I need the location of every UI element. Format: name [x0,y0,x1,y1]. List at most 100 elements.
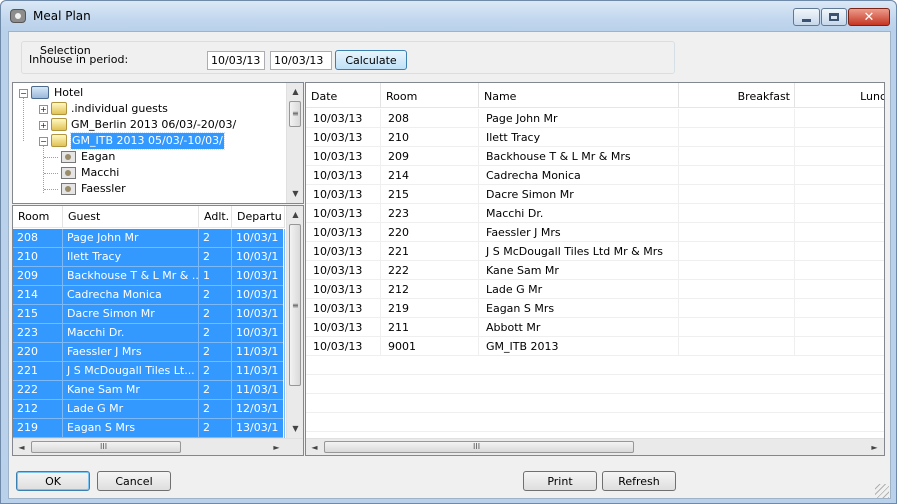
column-header-guest[interactable]: Guest [63,206,199,228]
meal-row[interactable]: 10/03/13 221 J S McDougall Tiles Ltd Mr & … [306,242,884,261]
guest-grid[interactable]: Room Guest Adlt. Departu 208 Page John Mr… [12,205,304,456]
tree-node-label: .individual guests [71,102,168,115]
meal-cell-name: Abbott Mr [479,318,679,337]
meal-cell-date: 10/03/13 [306,280,381,299]
meal-row[interactable]: 10/03/13 219 Eagan S Mrs [306,299,884,318]
tree-node-gm-itb[interactable]: − GM_ITB 2013 05/03/-10/03/ [13,132,283,150]
tree-node-eagan[interactable]: Eagan [13,149,283,165]
cancel-button[interactable]: Cancel [97,471,171,491]
meal-cell-name: Page John Mr [479,109,679,128]
close-button[interactable]: ✕ [848,8,890,26]
tree-scroll-thumb[interactable]: ≡ [289,101,301,127]
column-header-departure[interactable]: Departu [232,206,285,228]
meal-grid-horizontal-scrollbar[interactable]: ◄ III ► [306,438,884,455]
tree-node-hotel[interactable]: − Hotel [13,85,283,101]
tree-node-macchi[interactable]: Macchi [13,165,283,181]
tree-connector [44,173,58,174]
calculate-button[interactable]: Calculate [335,50,407,70]
guest-cell-departure: 11/03/1 [232,381,285,400]
scroll-up-icon[interactable]: ▲ [287,83,303,100]
guest-row[interactable]: 223 Macchi Dr. 2 10/03/1 [13,324,285,343]
date-from-field[interactable]: 10/03/13 [207,51,265,70]
guest-row[interactable]: 209 Backhouse T & L Mr & ... 1 10/03/1 [13,267,285,286]
meal-cell-date: 10/03/13 [306,261,381,280]
guest-row[interactable]: 221 J S McDougall Tiles Lt... 2 11/03/1 [13,362,285,381]
meal-cell-room: 222 [381,261,479,280]
column-header-name[interactable]: Name [479,83,679,108]
meal-cell-name: J S McDougall Tiles Ltd Mr & Mrs [479,242,679,261]
scroll-down-icon[interactable]: ▼ [287,420,303,437]
meal-grid-hscroll-thumb[interactable]: III [324,441,634,453]
resize-grip-icon[interactable] [875,484,889,498]
minimize-button[interactable] [793,8,820,26]
scroll-right-icon[interactable]: ► [268,439,285,455]
meal-row[interactable]: 10/03/13 212 Lade G Mr [306,280,884,299]
scroll-left-icon[interactable]: ◄ [306,439,323,455]
guest-row[interactable]: 219 Eagan S Mrs 2 13/03/1 [13,419,285,438]
guest-cell-guest: Backhouse T & L Mr & ... [63,267,199,286]
column-header-room[interactable]: Room [381,83,479,108]
app-icon [10,9,26,23]
collapse-icon[interactable]: − [39,137,48,146]
guest-card-icon [61,167,76,179]
scroll-up-icon[interactable]: ▲ [287,206,303,223]
meal-row[interactable]: 10/03/13 222 Kane Sam Mr [306,261,884,280]
column-header-lunch[interactable]: Lunc [795,83,884,108]
guest-grid-hscroll-thumb[interactable]: III [31,441,181,453]
expand-icon[interactable]: + [39,105,48,114]
guest-row[interactable]: 212 Lade G Mr 2 12/03/1 [13,400,285,419]
guest-row[interactable]: 220 Faessler J Mrs 2 11/03/1 [13,343,285,362]
meal-row[interactable]: 10/03/13 9001 GM_ITB 2013 [306,337,884,356]
guest-row[interactable]: 214 Cadrecha Monica 2 10/03/1 [13,286,285,305]
guest-row[interactable]: 210 Ilett Tracy 2 10/03/1 [13,248,285,267]
tree-node-individual-guests[interactable]: + .individual guests [13,101,283,117]
meal-cell-date: 10/03/13 [306,242,381,261]
date-to-field[interactable]: 10/03/13 [270,51,332,70]
group-tree[interactable]: − Hotel + .individual guests + GM_Berlin… [12,82,304,204]
guest-cell-adults: 2 [199,305,232,324]
guest-grid-scroll-thumb[interactable]: ≡ [289,224,301,386]
meal-row[interactable]: 10/03/13 209 Backhouse T & L Mr & Mrs [306,147,884,166]
meal-row[interactable]: 10/03/13 214 Cadrecha Monica [306,166,884,185]
hotel-icon [31,86,49,99]
dialog-client-area: Selection Inhouse in period: 10/03/13 10… [8,31,891,499]
title-bar[interactable]: Meal Plan ✕ [1,1,896,31]
maximize-button[interactable] [821,8,847,26]
tree-vertical-scrollbar[interactable]: ▲ ≡ ▼ [286,83,303,203]
empty-row [306,356,884,375]
tree-node-faessler[interactable]: Faessler [13,181,283,197]
column-header-room[interactable]: Room [13,206,63,228]
grip-icon: III [473,442,481,451]
expand-icon[interactable]: + [39,121,48,130]
meal-plan-grid[interactable]: Date Room Name Breakfast Lunc 10/03/13 20… [305,82,885,456]
meal-cell-date: 10/03/13 [306,223,381,242]
meal-cell-date: 10/03/13 [306,166,381,185]
collapse-icon[interactable]: − [19,89,28,98]
column-header-date[interactable]: Date [306,83,381,108]
tree-node-label-selected: GM_ITB 2013 05/03/-10/03/ [70,132,225,150]
guest-row[interactable]: 222 Kane Sam Mr 2 11/03/1 [13,381,285,400]
meal-row[interactable]: 10/03/13 210 Ilett Tracy [306,128,884,147]
guest-cell-adults: 2 [199,419,232,438]
tree-node-gm-berlin[interactable]: + GM_Berlin 2013 06/03/-20/03/ [13,117,283,133]
guest-row[interactable]: 208 Page John Mr 2 10/03/1 [13,229,285,248]
meal-cell-date: 10/03/13 [306,147,381,166]
column-header-adults[interactable]: Adlt. [199,206,232,228]
meal-row[interactable]: 10/03/13 223 Macchi Dr. [306,204,884,223]
meal-row[interactable]: 10/03/13 211 Abbott Mr [306,318,884,337]
refresh-button[interactable]: Refresh [602,471,676,491]
scroll-down-icon[interactable]: ▼ [287,185,303,202]
meal-row[interactable]: 10/03/13 208 Page John Mr [306,109,884,128]
print-button[interactable]: Print [523,471,597,491]
guest-grid-horizontal-scrollbar[interactable]: ◄ III ► [13,438,303,455]
column-header-breakfast[interactable]: Breakfast [679,83,795,108]
guest-row[interactable]: 215 Dacre Simon Mr 2 10/03/1 [13,305,285,324]
guest-grid-vertical-scrollbar[interactable]: ▲ ≡ ▼ [286,206,303,438]
scroll-right-icon[interactable]: ► [866,439,883,455]
meal-cell-date: 10/03/13 [306,337,381,356]
meal-row[interactable]: 10/03/13 220 Faessler J Mrs [306,223,884,242]
meal-row[interactable]: 10/03/13 215 Dacre Simon Mr [306,185,884,204]
meal-cell-room: 212 [381,280,479,299]
scroll-left-icon[interactable]: ◄ [13,439,30,455]
ok-button[interactable]: OK [16,471,90,491]
